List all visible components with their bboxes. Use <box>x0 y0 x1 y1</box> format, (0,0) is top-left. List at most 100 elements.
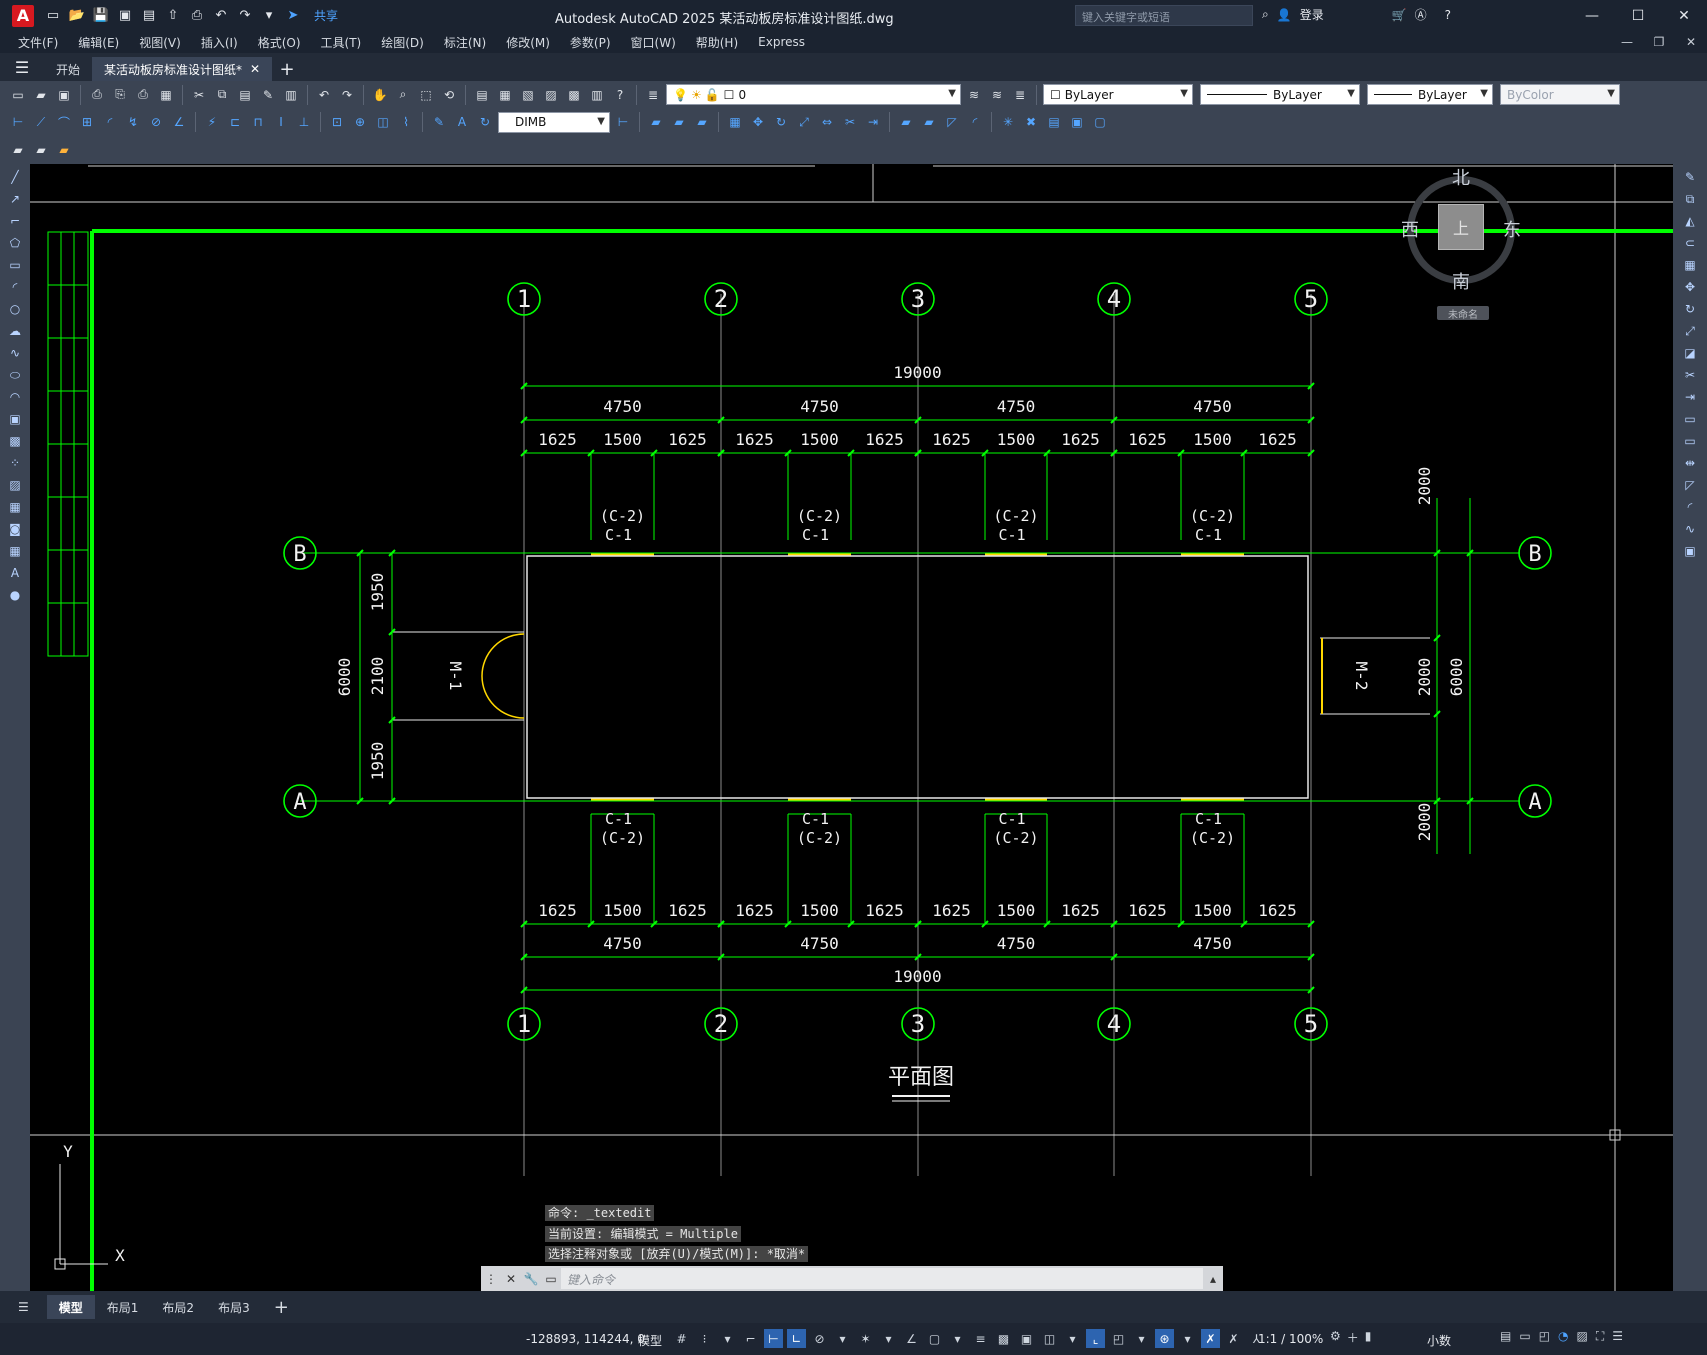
ucs-menu[interactable]: 未命名 <box>1437 306 1489 321</box>
ellipse-arc-icon[interactable]: ◠ <box>6 388 24 406</box>
make-block-icon[interactable]: ▩ <box>6 432 24 450</box>
explode-side-icon[interactable]: ▣ <box>1681 542 1699 560</box>
array-side-icon[interactable]: ▦ <box>1681 256 1699 274</box>
sheet-set-icon[interactable]: ▨ <box>541 85 561 105</box>
clean-screen-icon[interactable]: ⛶ <box>1596 1329 1604 1344</box>
zoom-window-icon[interactable]: ⬚ <box>416 85 436 105</box>
search-icon[interactable]: ⌕ <box>1262 7 1269 22</box>
join-icon[interactable]: ▰ <box>919 112 939 132</box>
annotation-dropdown-icon[interactable]: ▾ <box>1178 1329 1197 1348</box>
hatch-icon[interactable]: ▨ <box>6 476 24 494</box>
line-icon[interactable]: ╱ <box>6 168 24 186</box>
insert-block-icon[interactable]: ▣ <box>6 410 24 428</box>
erase-side-icon[interactable]: ✎ <box>1681 168 1699 186</box>
markup-icon[interactable]: ▩ <box>564 85 584 105</box>
stretch-side-icon[interactable]: ◪ <box>1681 344 1699 362</box>
scale-icon[interactable]: ⤢ <box>1681 322 1699 340</box>
arc-icon[interactable]: ◜ <box>6 278 24 296</box>
save-toolbar-icon[interactable]: ▣ <box>54 85 74 105</box>
break-side-icon[interactable]: ▭ <box>1681 432 1699 450</box>
arc-length-icon[interactable]: ⌒ <box>54 112 74 132</box>
close-window-button[interactable]: ✕ <box>1661 0 1707 31</box>
layer-state-icon[interactable]: ≣ <box>1010 85 1030 105</box>
user-icon[interactable]: 👤 <box>1277 8 1292 22</box>
tab-start[interactable]: 开始 <box>44 57 92 81</box>
layout-menu-icon[interactable]: ☰ <box>0 1295 47 1319</box>
save-icon[interactable]: 💾 <box>92 7 110 25</box>
model-space-toggle[interactable]: 模型 <box>638 1332 662 1349</box>
maximize-button[interactable]: ☐ <box>1615 0 1661 31</box>
customize-qat-icon[interactable]: ▾ <box>260 7 278 25</box>
tab-document[interactable]: 某活动板房标准设计图纸* ✕ <box>92 57 273 81</box>
continue-dim-icon[interactable]: ⊓ <box>248 112 268 132</box>
web-mobile-icon[interactable]: ▤ <box>140 7 158 25</box>
viewcube-north[interactable]: 北 <box>1452 164 1470 190</box>
export-icon[interactable]: ⇧ <box>164 7 182 25</box>
plot-preview-icon[interactable]: ⎘ <box>110 85 130 105</box>
radius-dim-icon[interactable]: ◜ <box>100 112 120 132</box>
auto-scale-icon[interactable]: ✗ <box>1224 1329 1243 1348</box>
units-readout[interactable]: 小数 <box>1427 1332 1451 1349</box>
help-icon[interactable]: ? <box>1445 8 1451 22</box>
gizmo-dropdown-icon[interactable]: ▾ <box>1132 1329 1151 1348</box>
dimstyle-dropdown[interactable]: DIMB ▼ <box>498 111 610 133</box>
join-side-icon[interactable]: ⇹ <box>1681 454 1699 472</box>
dim-update-icon[interactable]: ↻ <box>475 112 495 132</box>
share-icon[interactable]: ➤ <box>284 7 302 25</box>
polar-dropdown-icon[interactable]: ▾ <box>833 1329 852 1348</box>
rectangle-icon[interactable]: ▭ <box>6 256 24 274</box>
graphics-performance-icon[interactable]: ◔ <box>1558 1329 1568 1344</box>
help-toolbar-icon[interactable]: ? <box>610 85 630 105</box>
move-modify-icon[interactable]: ✥ <box>748 112 768 132</box>
polyline-icon[interactable]: ⌐ <box>6 212 24 230</box>
grip-icon[interactable]: ⋮ <box>481 1272 501 1286</box>
linear-dim-icon[interactable]: ⊢ <box>8 112 28 132</box>
publish-icon[interactable]: ⎙ <box>133 85 153 105</box>
selection-filter-icon[interactable]: ◰ <box>1109 1329 1128 1348</box>
3d-osnap-icon[interactable]: ◫ <box>1040 1329 1059 1348</box>
explode-icon[interactable]: ✳ <box>998 112 1018 132</box>
workspace-gear-icon[interactable]: ⚙ <box>1330 1329 1341 1346</box>
spline-icon[interactable]: ∿ <box>6 344 24 362</box>
add-selected-icon[interactable]: ● <box>6 586 24 604</box>
zoom-realtime-icon[interactable]: ⌕ <box>393 85 413 105</box>
transparency-icon[interactable]: ▩ <box>994 1329 1013 1348</box>
undo-icon[interactable]: ↶ <box>212 7 230 25</box>
new-tab-button[interactable]: + <box>272 57 302 81</box>
isodraft-dropdown-icon[interactable]: ▾ <box>879 1329 898 1348</box>
layer-properties-icon[interactable]: ≣ <box>643 85 663 105</box>
print-icon[interactable]: ⎙ <box>188 7 206 25</box>
properties-icon[interactable]: ▤ <box>472 85 492 105</box>
diameter-dim-icon[interactable]: ⊘ <box>146 112 166 132</box>
rotate-modify-icon[interactable]: ↻ <box>771 112 791 132</box>
units-icon[interactable]: ▮ <box>1365 1329 1372 1346</box>
save-as-icon[interactable]: ▣ <box>116 7 134 25</box>
mtext-icon[interactable]: A <box>6 564 24 582</box>
chamfer-icon[interactable]: ◸ <box>942 112 962 132</box>
doc-restore-button[interactable]: ❐ <box>1643 31 1675 53</box>
viewcube[interactable]: 上 北 南 东 西 未命名 <box>1375 164 1521 334</box>
jogged-dim-icon[interactable]: ↯ <box>123 112 143 132</box>
customize-command-icon[interactable]: 🔧 <box>521 1272 541 1286</box>
offset-icon[interactable]: ▰ <box>692 112 712 132</box>
blend-icon[interactable]: ∿ <box>1681 520 1699 538</box>
jogged-linear-icon[interactable]: ⌇ <box>396 112 416 132</box>
offset-side-icon[interactable]: ⊂ <box>1681 234 1699 252</box>
layer-tools-icon[interactable]: ▰ <box>54 140 74 160</box>
login-button[interactable]: 登录 <box>1300 6 1324 23</box>
hardware-accel-icon[interactable]: ▨ <box>1577 1329 1588 1344</box>
revcloud-icon[interactable]: ☁ <box>6 322 24 340</box>
minimize-button[interactable]: — <box>1569 0 1615 31</box>
isolate-objects-icon[interactable]: ◰ <box>1539 1329 1550 1344</box>
object-snap-tracking-icon[interactable]: ∠ <box>902 1329 921 1348</box>
doc-close-button[interactable]: ✕ <box>1675 31 1707 53</box>
new-file-icon[interactable]: ▭ <box>44 7 62 25</box>
menu-modify[interactable]: 修改(M) <box>496 34 560 51</box>
autocad-logo-icon[interactable]: A <box>12 4 34 27</box>
redo-icon[interactable]: ↷ <box>236 7 254 25</box>
rotate-icon[interactable]: ↻ <box>1681 300 1699 318</box>
grid-icon[interactable]: # <box>672 1329 691 1348</box>
copy-side-icon[interactable]: ⧉ <box>1681 190 1699 208</box>
draw-order-icon[interactable]: ▤ <box>1044 112 1064 132</box>
erase-icon[interactable]: ✖ <box>1021 112 1041 132</box>
